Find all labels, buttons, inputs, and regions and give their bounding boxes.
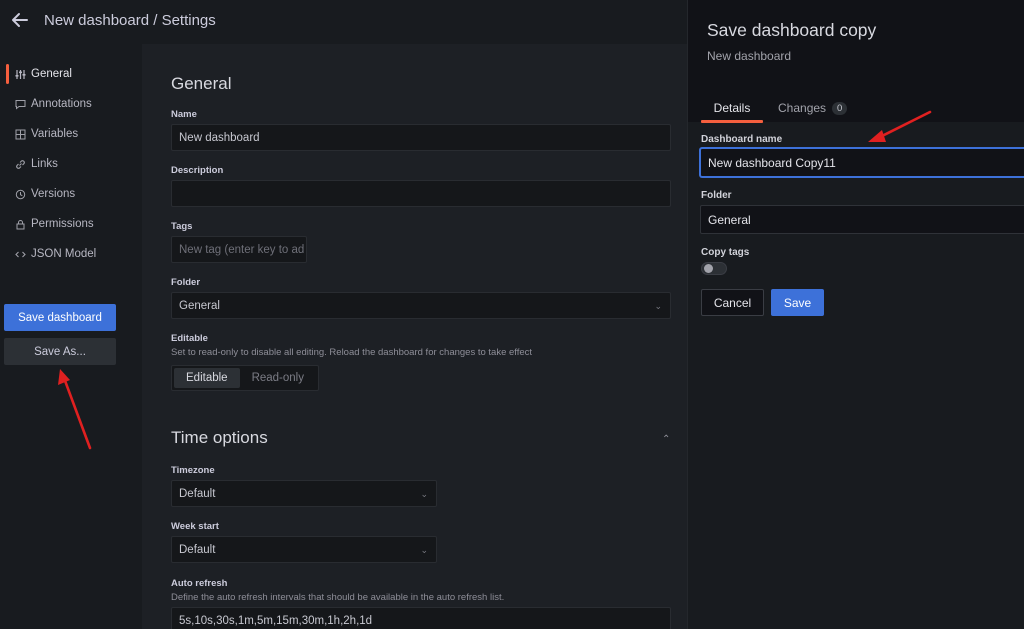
- editable-option[interactable]: Editable: [174, 368, 240, 388]
- auto-refresh-description: Define the auto refresh intervals that s…: [171, 592, 505, 603]
- auto-refresh-input[interactable]: 5s,10s,30s,1m,5m,15m,30m,1h,2h,1d: [171, 607, 671, 629]
- sidebar-item-label: Annotations: [31, 98, 92, 110]
- tab-changes-label: Changes: [778, 101, 827, 115]
- settings-content: General Name New dashboard Description T…: [142, 44, 687, 629]
- auto-refresh-label: Auto refresh: [171, 578, 228, 589]
- chevron-down-icon: ⌄: [420, 489, 428, 499]
- folder-select-value: General: [179, 299, 220, 312]
- drawer-subtitle: New dashboard: [707, 49, 792, 63]
- description-label: Description: [171, 165, 224, 176]
- sidebar-item-permissions[interactable]: Permissions: [6, 213, 136, 235]
- save-dashboard-button[interactable]: Save dashboard: [4, 304, 116, 331]
- folder-select[interactable]: General: [700, 205, 1024, 234]
- sidebar-item-label: JSON Model: [31, 248, 97, 260]
- sidebar-item-general[interactable]: General: [6, 63, 136, 85]
- history-icon: [13, 187, 27, 201]
- tab-details[interactable]: Details: [701, 95, 763, 123]
- tags-label: Tags: [171, 221, 193, 232]
- sidebar-item-links[interactable]: Links: [6, 153, 136, 175]
- drawer-title: Save dashboard copy: [707, 20, 877, 40]
- save-dashboard-drawer: Save dashboard copy New dashboard Detail…: [687, 0, 1024, 629]
- chevron-down-icon: ⌄: [420, 545, 428, 555]
- tab-details-label: Details: [713, 101, 751, 115]
- sidebar-item-label: Versions: [31, 188, 76, 200]
- sidebar-item-label: Links: [31, 158, 58, 170]
- editable-description: Set to read-only to disable all editing.…: [171, 347, 533, 358]
- sliders-icon: [13, 67, 27, 81]
- sidebar-item-json-model[interactable]: JSON Model: [6, 243, 136, 265]
- folder-label: Folder: [171, 277, 201, 288]
- link-icon: [13, 157, 27, 171]
- dashboard-name-input[interactable]: New dashboard Copy11: [700, 148, 1024, 177]
- week-start-select[interactable]: Default ⌄: [171, 536, 437, 563]
- toggle-knob: [704, 264, 713, 273]
- editable-radio-group: Editable Read-only: [171, 365, 319, 391]
- sidebar-item-variables[interactable]: Variables: [6, 123, 136, 145]
- save-as-button[interactable]: Save As...: [4, 338, 116, 365]
- read-only-option[interactable]: Read-only: [240, 368, 316, 388]
- folder-select[interactable]: General ⌄: [171, 292, 671, 319]
- editable-label: Editable: [171, 333, 208, 344]
- sidebar-item-annotations[interactable]: Annotations: [6, 93, 136, 115]
- week-start-label: Week start: [171, 521, 219, 532]
- page-title: New dashboard / Settings: [44, 12, 216, 29]
- drawer-header: Save dashboard copy New dashboard Detail…: [688, 0, 1024, 123]
- general-section-title: General: [171, 74, 232, 93]
- name-input[interactable]: New dashboard: [171, 124, 671, 151]
- settings-sidebar: General Annotations Variables Links Vers…: [0, 44, 142, 629]
- save-button[interactable]: Save: [771, 289, 824, 316]
- timezone-select-value: Default: [179, 487, 216, 500]
- lock-icon: [13, 217, 27, 231]
- copy-tags-toggle[interactable]: [701, 262, 727, 275]
- week-start-select-value: Default: [179, 543, 216, 556]
- dashboard-name-label: Dashboard name: [701, 134, 783, 145]
- tab-changes[interactable]: Changes 0: [778, 95, 848, 121]
- description-input[interactable]: [171, 180, 671, 207]
- timezone-label: Timezone: [171, 465, 215, 476]
- sidebar-item-label: Permissions: [31, 218, 94, 230]
- chevron-up-icon[interactable]: ⌃: [662, 434, 670, 445]
- sidebar-item-versions[interactable]: Versions: [6, 183, 136, 205]
- calculator-icon: [13, 127, 27, 141]
- changes-count-badge: 0: [832, 101, 848, 115]
- tags-input[interactable]: New tag (enter key to ad: [171, 236, 307, 263]
- sidebar-item-label: Variables: [31, 128, 79, 140]
- code-icon: [13, 247, 27, 261]
- chevron-down-icon: ⌄: [654, 301, 662, 311]
- arrow-left-icon[interactable]: [10, 10, 30, 30]
- time-options-section-title: Time options: [171, 428, 268, 447]
- sidebar-item-label: General: [31, 68, 72, 80]
- cancel-button[interactable]: Cancel: [701, 289, 764, 316]
- comment-icon: [13, 97, 27, 111]
- copy-tags-label: Copy tags: [701, 247, 750, 258]
- timezone-select[interactable]: Default ⌄: [171, 480, 437, 507]
- name-label: Name: [171, 109, 197, 120]
- folder-label: Folder: [701, 190, 732, 201]
